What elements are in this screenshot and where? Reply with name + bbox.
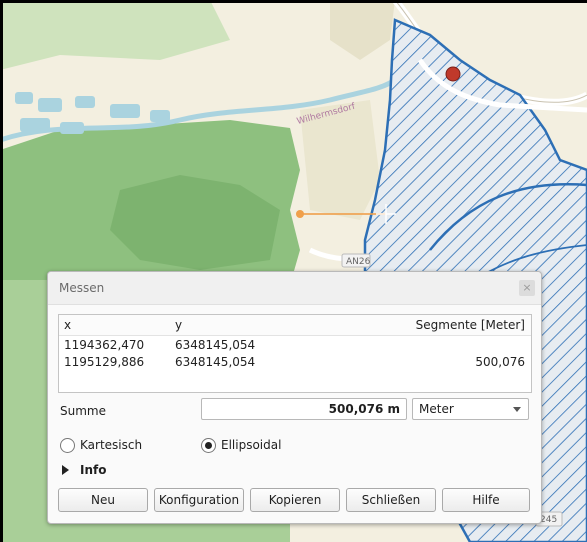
configuration-button[interactable]: Konfiguration (154, 488, 244, 512)
column-header-y[interactable]: y (175, 318, 182, 332)
map-marker-icon[interactable] (445, 66, 461, 82)
expand-arrow-icon[interactable] (62, 465, 69, 475)
sum-label: Summe (60, 404, 106, 418)
column-header-segments[interactable]: Segmente [Meter] (416, 318, 525, 332)
road-label-245: 245 (540, 515, 557, 525)
radio-cartesian-label[interactable]: Kartesisch (80, 438, 142, 452)
window-left-border (0, 0, 3, 542)
radio-selected-dot (205, 442, 212, 449)
window-top-border (0, 0, 587, 3)
chevron-down-icon (513, 407, 521, 412)
radio-cartesian[interactable] (60, 438, 75, 453)
table-header: x y Segmente [Meter] (59, 315, 531, 336)
column-header-x[interactable]: x (64, 318, 71, 332)
cell-y: 6348145,054 (175, 355, 256, 369)
cell-x: 1194362,470 (64, 338, 145, 352)
table-row[interactable]: 1194362,470 6348145,054 (59, 338, 531, 355)
measure-table[interactable]: x y Segmente [Meter] 1194362,470 6348145… (58, 314, 532, 393)
cell-segment: 500,076 (475, 355, 525, 369)
unit-dropdown[interactable]: Meter (412, 398, 529, 420)
close-button[interactable]: Schließen (346, 488, 436, 512)
copy-button[interactable]: Kopieren (250, 488, 340, 512)
new-button[interactable]: Neu (58, 488, 148, 512)
cell-y: 6348145,054 (175, 338, 256, 352)
radio-ellipsoidal[interactable] (201, 438, 216, 453)
road-label-an26: AN26 (346, 257, 371, 267)
help-button[interactable]: Hilfe (442, 488, 530, 512)
measure-dialog: Messen × x y Segmente [Meter] 1194362,47… (47, 271, 542, 524)
dialog-titlebar[interactable]: Messen × (48, 272, 541, 305)
info-section-toggle[interactable]: Info (80, 463, 106, 477)
table-row[interactable]: 1195129,886 6348145,054 500,076 (59, 355, 531, 372)
radio-ellipsoidal-label[interactable]: Ellipsoidal (221, 438, 281, 452)
dialog-title: Messen (59, 281, 105, 295)
sum-value-field[interactable]: 500,076 m (201, 398, 407, 420)
unit-dropdown-value: Meter (419, 402, 454, 416)
measure-start-point (296, 210, 304, 218)
close-icon[interactable]: × (519, 280, 535, 296)
cell-x: 1195129,886 (64, 355, 145, 369)
